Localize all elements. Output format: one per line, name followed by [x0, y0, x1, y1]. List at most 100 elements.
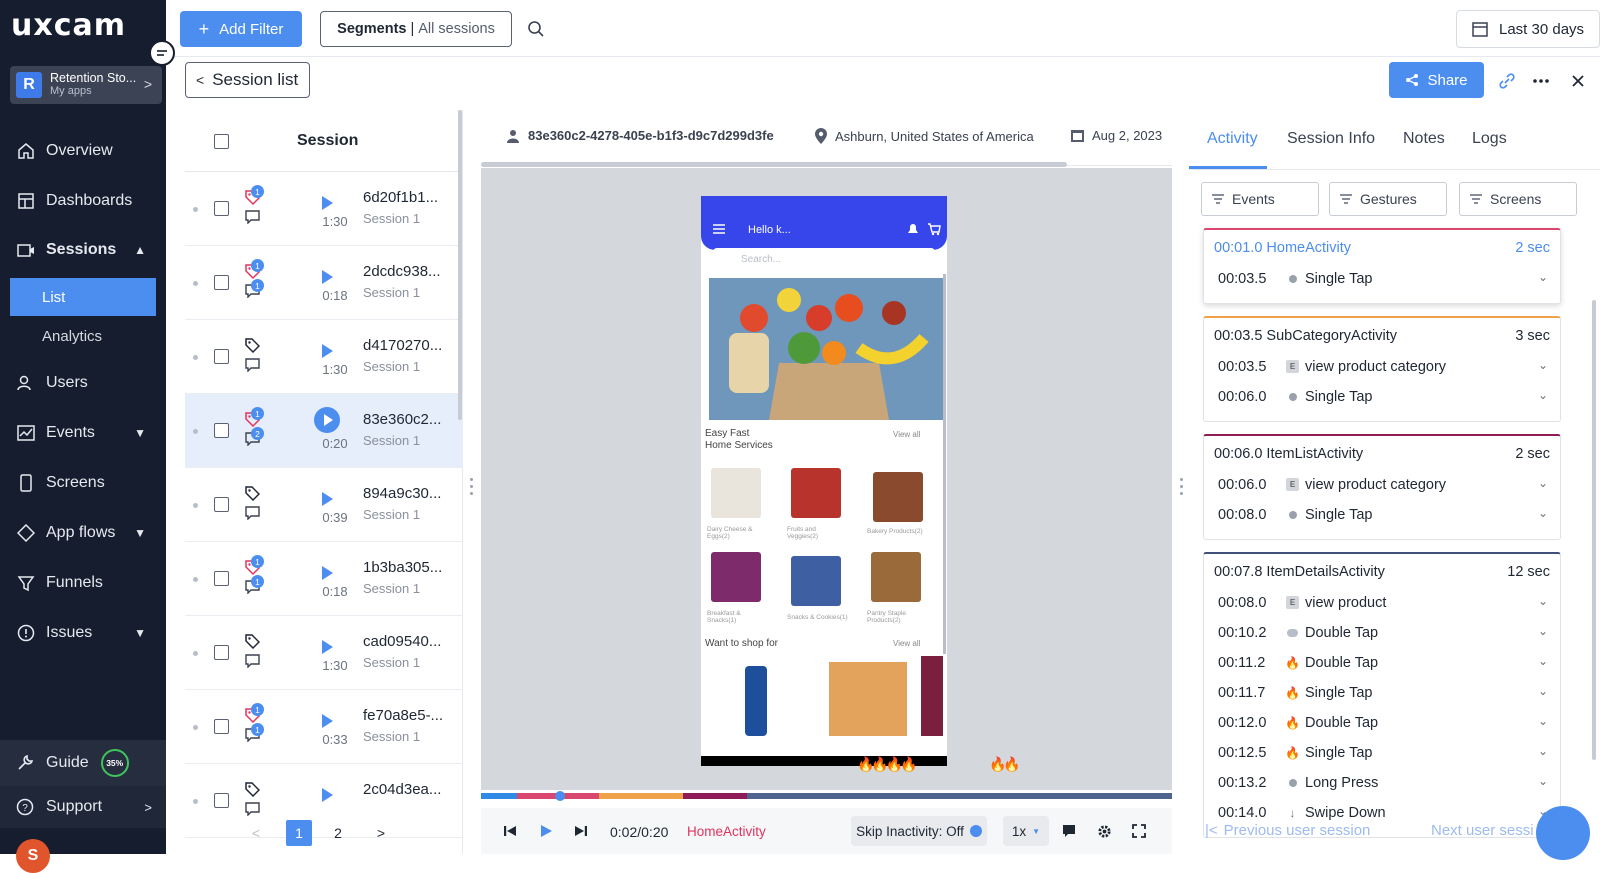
session-id[interactable]: 894a9c30...	[363, 485, 441, 502]
row-checkbox[interactable]	[214, 645, 229, 660]
events-filter-button[interactable]: Events	[1201, 182, 1319, 216]
activity-event-row[interactable]: 00:03.5 Single Tap ⌄	[1204, 266, 1562, 296]
table-row[interactable]: 1:30 cad09540... Session 1	[185, 616, 463, 690]
activity-event-row[interactable]: 00:08.0 Single Tap ⌄	[1204, 502, 1562, 532]
comment-icon[interactable]	[1062, 824, 1076, 838]
session-id[interactable]: 6d20f1b1...	[363, 189, 438, 206]
activity-scrollbar[interactable]	[1592, 300, 1596, 760]
close-icon[interactable]	[1565, 68, 1591, 94]
chat-support-button[interactable]	[1536, 806, 1590, 860]
chevron-down-icon[interactable]: ⌄	[1538, 744, 1548, 758]
screen-visit-header[interactable]: 00:01.0 HomeActivity	[1214, 240, 1351, 256]
tag-icon[interactable]	[245, 634, 261, 654]
replay-phone-screen[interactable]: Hello k... Search... Easy Fast Home Serv…	[701, 196, 947, 766]
session-list-scrollbar[interactable]	[458, 110, 462, 420]
comment-icon[interactable]	[245, 654, 260, 673]
tag-icon[interactable]	[245, 782, 261, 802]
session-id[interactable]: d4170270...	[363, 337, 442, 354]
chevron-down-icon[interactable]: ⌄	[1538, 714, 1548, 728]
back-to-session-list-button[interactable]: < Session list	[185, 62, 310, 98]
row-checkbox[interactable]	[214, 275, 229, 290]
row-checkbox[interactable]	[214, 497, 229, 512]
next-user-session-link[interactable]: Next user sessi	[1431, 822, 1534, 839]
chevron-down-icon[interactable]: ⌄	[1538, 358, 1548, 372]
play-session-icon[interactable]	[319, 343, 335, 364]
sidebar-item-events[interactable]: Events ▼	[0, 413, 166, 453]
collapse-sidebar-button[interactable]	[149, 40, 175, 66]
activity-event-row[interactable]: 00:10.2 Double Tap ⌄	[1204, 620, 1562, 650]
next-page-icon[interactable]: >	[368, 820, 394, 846]
resize-handle-right[interactable]	[1180, 478, 1184, 500]
session-id[interactable]: 2dcdc938...	[363, 263, 441, 280]
sidebar-item-overview[interactable]: Overview	[0, 131, 166, 171]
timeline-segment[interactable]	[599, 793, 683, 799]
play-icon[interactable]	[539, 824, 553, 838]
chevron-down-icon[interactable]: ⌄	[1538, 774, 1548, 788]
table-row[interactable]: 1 2 0:20 83e360c2... Session 1	[185, 394, 463, 468]
chevron-down-icon[interactable]: ⌄	[1538, 388, 1548, 402]
sidebar-item-screens[interactable]: Screens	[0, 463, 166, 503]
screen-activity-card[interactable]: 00:06.0 ItemListActivity 2 sec 00:06.0 Evie…	[1203, 434, 1561, 540]
chevron-down-icon[interactable]: ⌄	[1538, 594, 1548, 608]
table-row[interactable]: 1 1 0:33 fe70a8e5-... Session 1	[185, 690, 463, 764]
previous-user-session-link[interactable]: |< Previous user session	[1205, 822, 1370, 839]
support-row[interactable]: ? Support >	[0, 786, 166, 828]
sidebar-subitem-list[interactable]: List	[10, 278, 156, 316]
screen-visit-header[interactable]: 00:03.5 SubCategoryActivity	[1214, 328, 1397, 344]
table-row[interactable]: 1:30 d4170270... Session 1	[185, 320, 463, 394]
chevron-down-icon[interactable]: ⌄	[1538, 654, 1548, 668]
screen-visit-header[interactable]: 00:06.0 ItemListActivity	[1214, 446, 1363, 462]
session-id[interactable]: fe70a8e5-...	[363, 707, 443, 724]
screen-activity-card[interactable]: 00:03.5 SubCategoryActivity 3 sec 00:03.5 E…	[1203, 316, 1561, 422]
tab-session-info[interactable]: Session Info	[1287, 130, 1375, 148]
prev-page-icon[interactable]: <	[243, 820, 269, 846]
play-session-icon[interactable]	[319, 787, 335, 808]
date-range-button[interactable]: Last 30 days	[1456, 10, 1600, 48]
table-row[interactable]: 0:39 894a9c30... Session 1	[185, 468, 463, 542]
sidebar-subitem-analytics[interactable]: Analytics	[10, 317, 156, 355]
table-row[interactable]: 1 1 0:18 2dcdc938... Session 1	[185, 246, 463, 320]
skip-back-icon[interactable]	[503, 824, 517, 838]
activity-event-row[interactable]: 00:06.0 Single Tap ⌄	[1204, 384, 1562, 414]
timeline-scrubber[interactable]	[555, 791, 566, 801]
sidebar-item-app-flows[interactable]: App flows ▼	[0, 513, 166, 553]
skip-inactivity-toggle[interactable]: Skip Inactivity: Off	[851, 816, 987, 846]
play-session-icon[interactable]	[314, 407, 340, 438]
tab-notes[interactable]: Notes	[1403, 130, 1445, 148]
activity-event-row[interactable]: 00:12.0 🔥 Double Tap ⌄	[1204, 710, 1562, 740]
select-all-checkbox[interactable]	[214, 134, 229, 149]
more-options-icon[interactable]	[1528, 68, 1554, 94]
uxcam-logo[interactable]: uxcam	[11, 8, 126, 43]
playback-speed-select[interactable]: 1x ▼	[1003, 816, 1049, 846]
comment-icon[interactable]	[245, 210, 260, 229]
session-id[interactable]: 83e360c2-4278-405e-b1f3-d9c7d299d3fe	[528, 128, 774, 143]
copy-link-icon[interactable]	[1494, 68, 1520, 94]
session-id[interactable]: 2c04d3ea...	[363, 781, 441, 798]
row-checkbox[interactable]	[214, 349, 229, 364]
row-checkbox[interactable]	[214, 423, 229, 438]
guide-row[interactable]: Guide 35%	[0, 740, 166, 786]
user-avatar[interactable]: S	[16, 839, 50, 873]
sidebar-item-dashboards[interactable]: Dashboards	[0, 181, 166, 221]
row-checkbox[interactable]	[214, 201, 229, 216]
sidebar-item-sessions[interactable]: Sessions ▲	[0, 230, 166, 270]
activity-event-row[interactable]: 00:06.0 Eview product category ⌄	[1204, 472, 1562, 502]
play-session-icon[interactable]	[319, 195, 335, 216]
play-session-icon[interactable]	[319, 565, 335, 586]
activity-event-row[interactable]: 00:12.5 🔥 Single Tap ⌄	[1204, 740, 1562, 770]
timeline-segment[interactable]	[747, 793, 1172, 799]
activity-event-row[interactable]: 00:11.7 🔥 Single Tap ⌄	[1204, 680, 1562, 710]
tab-activity[interactable]: Activity	[1207, 130, 1258, 148]
play-session-icon[interactable]	[319, 491, 335, 512]
sidebar-item-users[interactable]: Users	[0, 363, 166, 403]
current-screen-label[interactable]: HomeActivity	[687, 824, 766, 839]
segments-button[interactable]: Segments | All sessions	[320, 11, 512, 47]
screen-visit-header[interactable]: 00:07.8 ItemDetailsActivity	[1214, 564, 1385, 580]
skip-forward-icon[interactable]	[574, 824, 588, 838]
play-session-icon[interactable]	[319, 269, 335, 290]
fullscreen-icon[interactable]	[1132, 824, 1146, 838]
row-checkbox[interactable]	[214, 793, 229, 808]
chevron-down-icon[interactable]: ⌄	[1538, 684, 1548, 698]
gestures-filter-button[interactable]: Gestures	[1329, 182, 1447, 216]
tab-logs[interactable]: Logs	[1472, 130, 1507, 148]
